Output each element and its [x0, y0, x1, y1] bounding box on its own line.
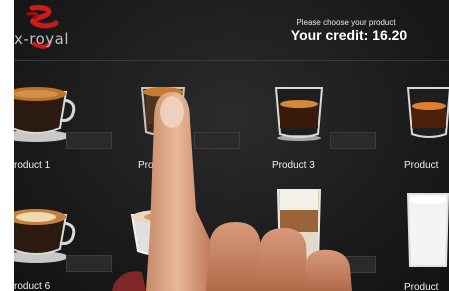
product-2-label: Pro: [138, 160, 154, 171]
latte-macchiato-glass-icon: [276, 189, 322, 263]
product-3-label: Product 3: [272, 160, 315, 171]
milk-glass-icon: [406, 193, 449, 267]
product-6-label: roduct 6: [14, 281, 51, 291]
product-tile-9[interactable]: Product: [404, 188, 449, 291]
product-tile-8[interactable]: [274, 186, 386, 286]
espresso-glass-icon: [406, 87, 449, 138]
header-divider: [14, 60, 449, 61]
product-9-label: Product: [404, 282, 439, 291]
product-1-label: roduct 1: [14, 160, 51, 171]
product-tile-7[interactable]: [130, 205, 242, 291]
vending-screen: x-royal Please choose your product Your …: [14, 0, 449, 291]
product-tile-3[interactable]: Product 3: [272, 82, 384, 182]
product-tile-2[interactable]: Pro: [136, 82, 248, 182]
choose-product-prompt: Please choose your product: [296, 18, 396, 27]
credit-display: Your credit: 16.20: [290, 27, 408, 43]
product-8-status-bar: [330, 256, 376, 273]
brand-logo-text: x-royal: [14, 30, 70, 48]
product-2-status-bar: [194, 132, 240, 149]
product-tile-4[interactable]: Product: [404, 82, 449, 182]
product-tile-1[interactable]: roduct 1: [14, 80, 112, 180]
milk-coffee-cup-icon: [130, 210, 190, 256]
product-1-status-bar: [66, 132, 112, 149]
product-4-label: Product: [404, 160, 439, 171]
espresso-glass-icon: [274, 87, 324, 141]
product-3-status-bar: [330, 132, 376, 149]
product-tile-6[interactable]: roduct 6: [14, 205, 112, 291]
product-6-status-bar: [66, 255, 112, 272]
espresso-glass-icon: [140, 87, 186, 136]
